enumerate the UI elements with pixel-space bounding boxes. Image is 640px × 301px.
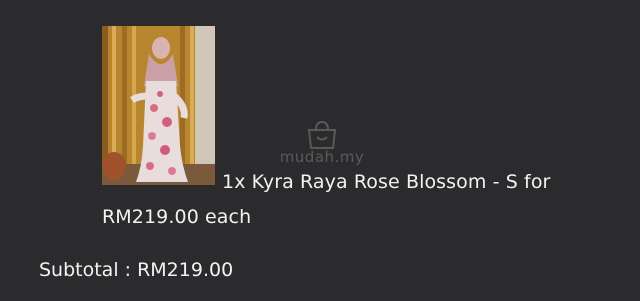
shopping-bag-icon	[307, 120, 337, 149]
subtotal: Subtotal : RM219.00	[39, 259, 234, 281]
watermark: mudah.my	[272, 120, 372, 166]
item-description: 1x Kyra Raya Rose Blossom - S for	[222, 171, 551, 193]
watermark-text: mudah.my	[279, 148, 365, 166]
product-image	[102, 26, 215, 185]
item-price: RM219.00 each	[102, 206, 252, 228]
order-item-line: 1x Kyra Raya Rose Blossom - S for RM219.…	[102, 165, 622, 235]
